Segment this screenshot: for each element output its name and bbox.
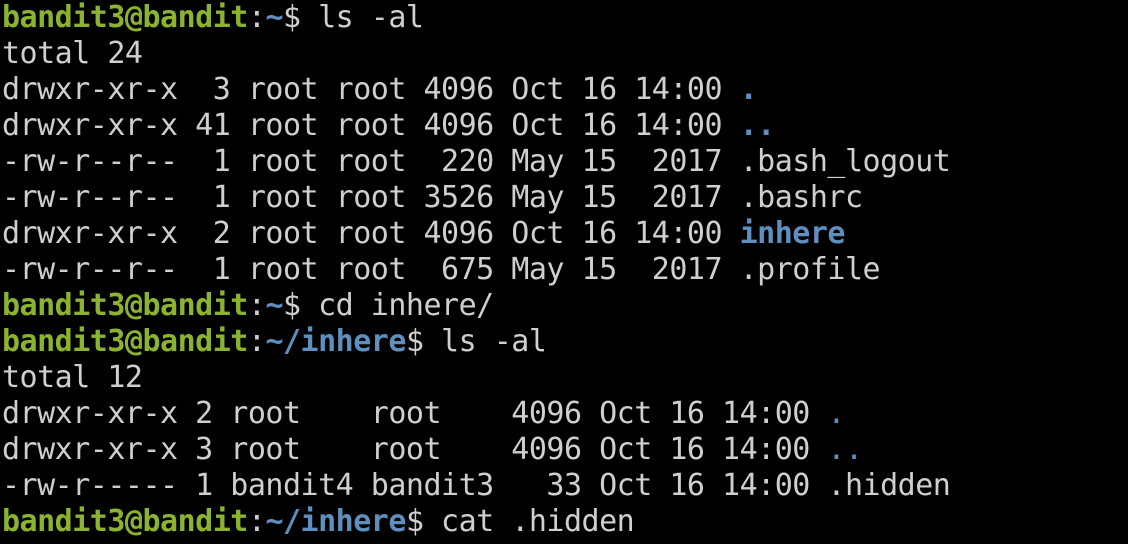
prompt-user-host: bandit3@bandit	[2, 504, 248, 539]
listing-name-dir: ..	[739, 108, 776, 143]
prompt-user-host: bandit3@bandit	[2, 0, 248, 35]
listing-row: -rw-r----- 1 bandit4 bandit3 33 Oct 16 1…	[2, 468, 1128, 504]
listing-row: drwxr-xr-x 3 root root 4096 Oct 16 14:00…	[2, 432, 1128, 468]
listing-meta: drwxr-xr-x 3 root root 4096 Oct 16 14:00	[2, 432, 828, 467]
prompt-dollar: $	[283, 288, 301, 323]
listing-meta: drwxr-xr-x 41 root root 4096 Oct 16 14:0…	[2, 108, 740, 143]
listing-row: -rw-r--r-- 1 root root 220 May 15 2017 .…	[2, 144, 1128, 180]
listing-name-dir: ..	[827, 432, 863, 467]
command-text: cd inhere/	[300, 288, 494, 323]
output-line: total 24	[2, 36, 143, 71]
listing-meta: drwxr-xr-x 3 root root 4096 Oct 16 14:00	[2, 72, 740, 107]
listing-meta: -rw-r----- 1 bandit4 bandit3 33 Oct 16 1…	[2, 468, 828, 503]
listing-row: -rw-r--r-- 1 root root 3526 May 15 2017 …	[2, 180, 1128, 216]
listing-name-file: .bash_logout	[739, 144, 951, 179]
listing-meta: -rw-r--r-- 1 root root 675 May 15 2017	[2, 252, 740, 287]
prompt-line: bandit3@bandit:~$ ls -al	[2, 0, 1128, 36]
listing-meta: -rw-r--r-- 1 root root 220 May 15 2017	[2, 144, 740, 179]
prompt-colon: :	[247, 0, 266, 35]
prompt-path: ~/inhere	[265, 504, 406, 539]
listing-row: drwxr-xr-x 41 root root 4096 Oct 16 14:0…	[2, 108, 1128, 144]
listing-row: drwxr-xr-x 3 root root 4096 Oct 16 14:00…	[2, 72, 1128, 108]
prompt-path: ~	[265, 288, 283, 323]
prompt-colon: :	[247, 504, 266, 539]
listing-name-file: .profile	[739, 252, 881, 287]
listing-name-file: .hidden	[827, 468, 951, 503]
prompt-dollar: $	[405, 324, 424, 359]
terminal-window[interactable]: bandit3@bandit:~$ ls -al total 24 drwxr-…	[0, 0, 1128, 544]
command-text[interactable]: cat .hidden	[424, 504, 635, 539]
prompt-user-host: bandit3@bandit	[2, 288, 248, 323]
command-text: ls -al	[423, 324, 547, 359]
prompt-dollar: $	[405, 504, 424, 539]
listing-name-dir: inhere	[739, 216, 846, 251]
prompt-line: bandit3@bandit:~$ cd inhere/	[2, 288, 1128, 324]
command-text: ls -al	[300, 0, 424, 35]
prompt-line: bandit3@bandit:~/inhere$ ls -al	[2, 324, 1128, 360]
listing-name-dir: .	[739, 72, 758, 107]
prompt-colon: :	[247, 288, 266, 323]
listing-meta: drwxr-xr-x 2 root root 4096 Oct 16 14:00	[2, 216, 740, 251]
listing-meta: drwxr-xr-x 2 root root 4096 Oct 16 14:00	[2, 396, 828, 431]
prompt-dollar: $	[283, 0, 301, 35]
prompt-colon: :	[247, 324, 266, 359]
listing-row: -rw-r--r-- 1 root root 675 May 15 2017 .…	[2, 252, 1128, 288]
output-line: total 12	[2, 360, 143, 395]
listing-row: drwxr-xr-x 2 root root 4096 Oct 16 14:00…	[2, 396, 1128, 432]
listing-name-dir: .	[827, 396, 845, 431]
listing-row: drwxr-xr-x 2 root root 4096 Oct 16 14:00…	[2, 216, 1128, 252]
listing-meta: -rw-r--r-- 1 root root 3526 May 15 2017	[2, 180, 740, 215]
prompt-path: ~	[265, 0, 283, 35]
prompt-user-host: bandit3@bandit	[2, 324, 248, 359]
prompt-line: bandit3@bandit:~/inhere$ cat .hidden	[2, 504, 1128, 540]
listing-name-file: .bashrc	[739, 180, 863, 215]
prompt-path: ~/inhere	[265, 324, 406, 359]
